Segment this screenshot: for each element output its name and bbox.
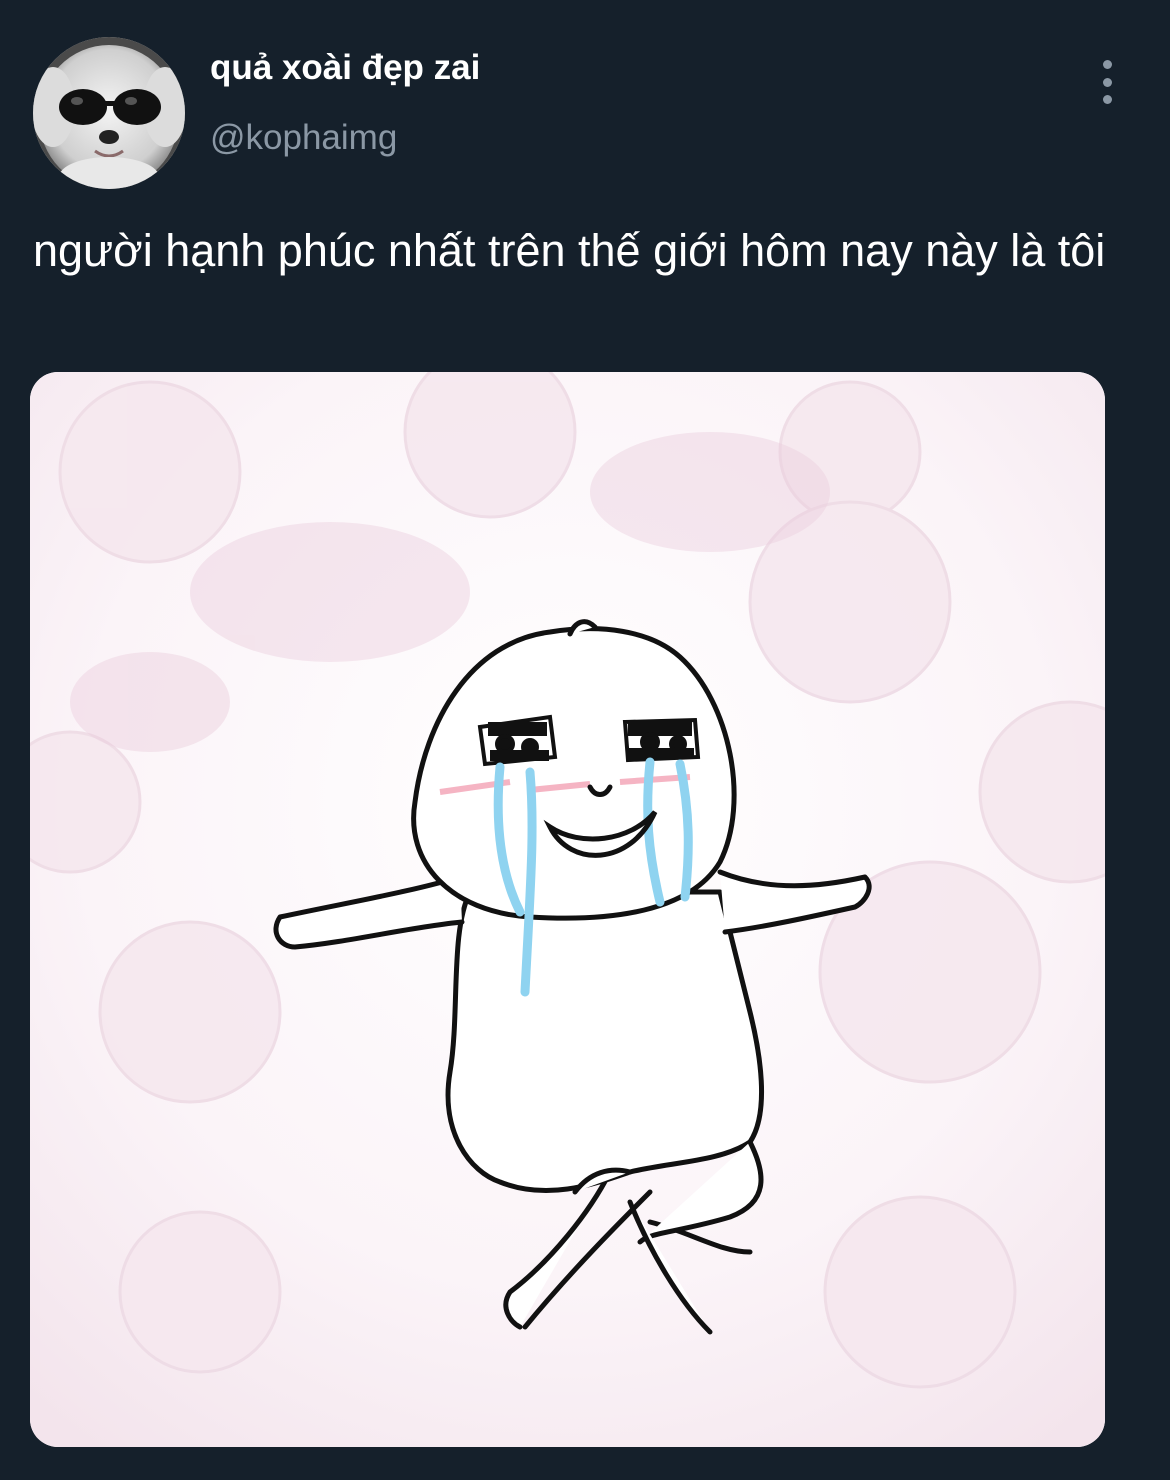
tweet-media-image[interactable] [30, 372, 1105, 1447]
more-dot [1102, 60, 1112, 69]
display-name[interactable]: quả xoài đẹp zai [210, 48, 480, 88]
more-dot [1102, 77, 1112, 87]
user-handle[interactable]: @kophaimg [210, 118, 397, 158]
avatar[interactable] [33, 37, 185, 189]
more-vertical-icon[interactable] [1090, 60, 1124, 104]
crying-happy-meme-image [30, 372, 1105, 1447]
tweet-header: quả xoài đẹp zai @kophaimg [0, 0, 1170, 200]
more-dot [1102, 95, 1112, 104]
dog-avatar-icon [33, 37, 185, 189]
tweet-text: người hạnh phúc nhất trên thế giới hôm n… [33, 225, 1106, 276]
